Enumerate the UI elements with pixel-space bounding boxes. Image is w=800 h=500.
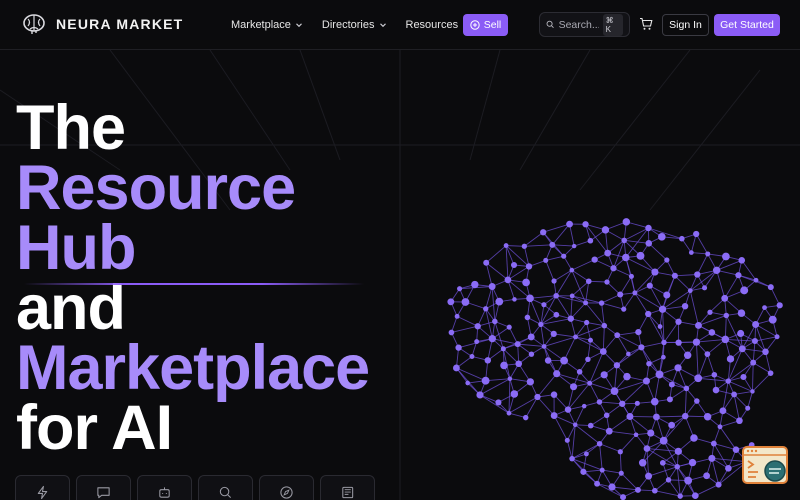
robot-icon	[159, 487, 170, 498]
hero-line: Resource	[16, 153, 296, 223]
search-icon	[219, 486, 232, 499]
hero-headline: The Resource Hub and Marketplace for AI	[16, 93, 370, 463]
menu-label: Marketplace	[231, 19, 291, 31]
menu-label: Resources	[405, 19, 459, 31]
newspaper-icon	[342, 486, 354, 499]
sell-label: Sell	[483, 19, 502, 31]
hero-line: Marketplace	[16, 333, 370, 403]
hero-line: and	[16, 273, 126, 343]
brand-name: NEURA MARKET	[56, 16, 184, 32]
brand-logo[interactable]: NEURA MARKET	[22, 12, 183, 36]
sell-button[interactable]: Sell	[463, 14, 508, 36]
category-button-explore[interactable]	[259, 475, 314, 500]
headline-underline	[24, 283, 364, 285]
neural-brain-illustration	[447, 218, 783, 500]
search-icon	[546, 20, 554, 29]
get-started-button[interactable]: Get Started	[714, 14, 780, 36]
chevron-down-icon	[296, 23, 302, 28]
search-shortcut-badge: ⌘ K	[602, 13, 623, 36]
category-button-search[interactable]	[198, 475, 253, 500]
chevron-down-icon	[379, 23, 386, 28]
hero-line: Hub	[16, 213, 136, 283]
chat-support-widget-icon[interactable]	[742, 445, 790, 487]
chat-bubble-icon	[97, 487, 110, 499]
menu-label: Directories	[321, 19, 375, 31]
sign-in-button[interactable]: Sign In	[662, 14, 709, 36]
category-button-chat[interactable]	[76, 475, 131, 500]
menu-resources[interactable]: Resources	[406, 19, 471, 31]
main-menu: Marketplace Directories Resources	[231, 0, 489, 50]
category-shortcuts	[15, 475, 375, 500]
search-input[interactable]	[558, 18, 599, 31]
search-box[interactable]: ⌘ K	[539, 12, 630, 37]
lightning-icon	[37, 485, 48, 500]
brain-logo-icon	[23, 14, 45, 34]
hero-line: The	[16, 93, 126, 163]
category-button-news[interactable]	[320, 475, 375, 500]
top-navbar: NEURA MARKET Marketplace Directories Res…	[0, 0, 800, 50]
shopping-cart-icon[interactable]	[639, 17, 653, 31]
menu-directories[interactable]: Directories	[322, 19, 387, 31]
category-button-bots[interactable]	[137, 475, 192, 500]
category-button-agents[interactable]	[15, 475, 70, 500]
hero-line: for AI	[16, 393, 173, 463]
compass-icon	[280, 486, 293, 499]
menu-marketplace[interactable]: Marketplace	[231, 19, 303, 31]
plus-circle-icon	[470, 20, 480, 30]
